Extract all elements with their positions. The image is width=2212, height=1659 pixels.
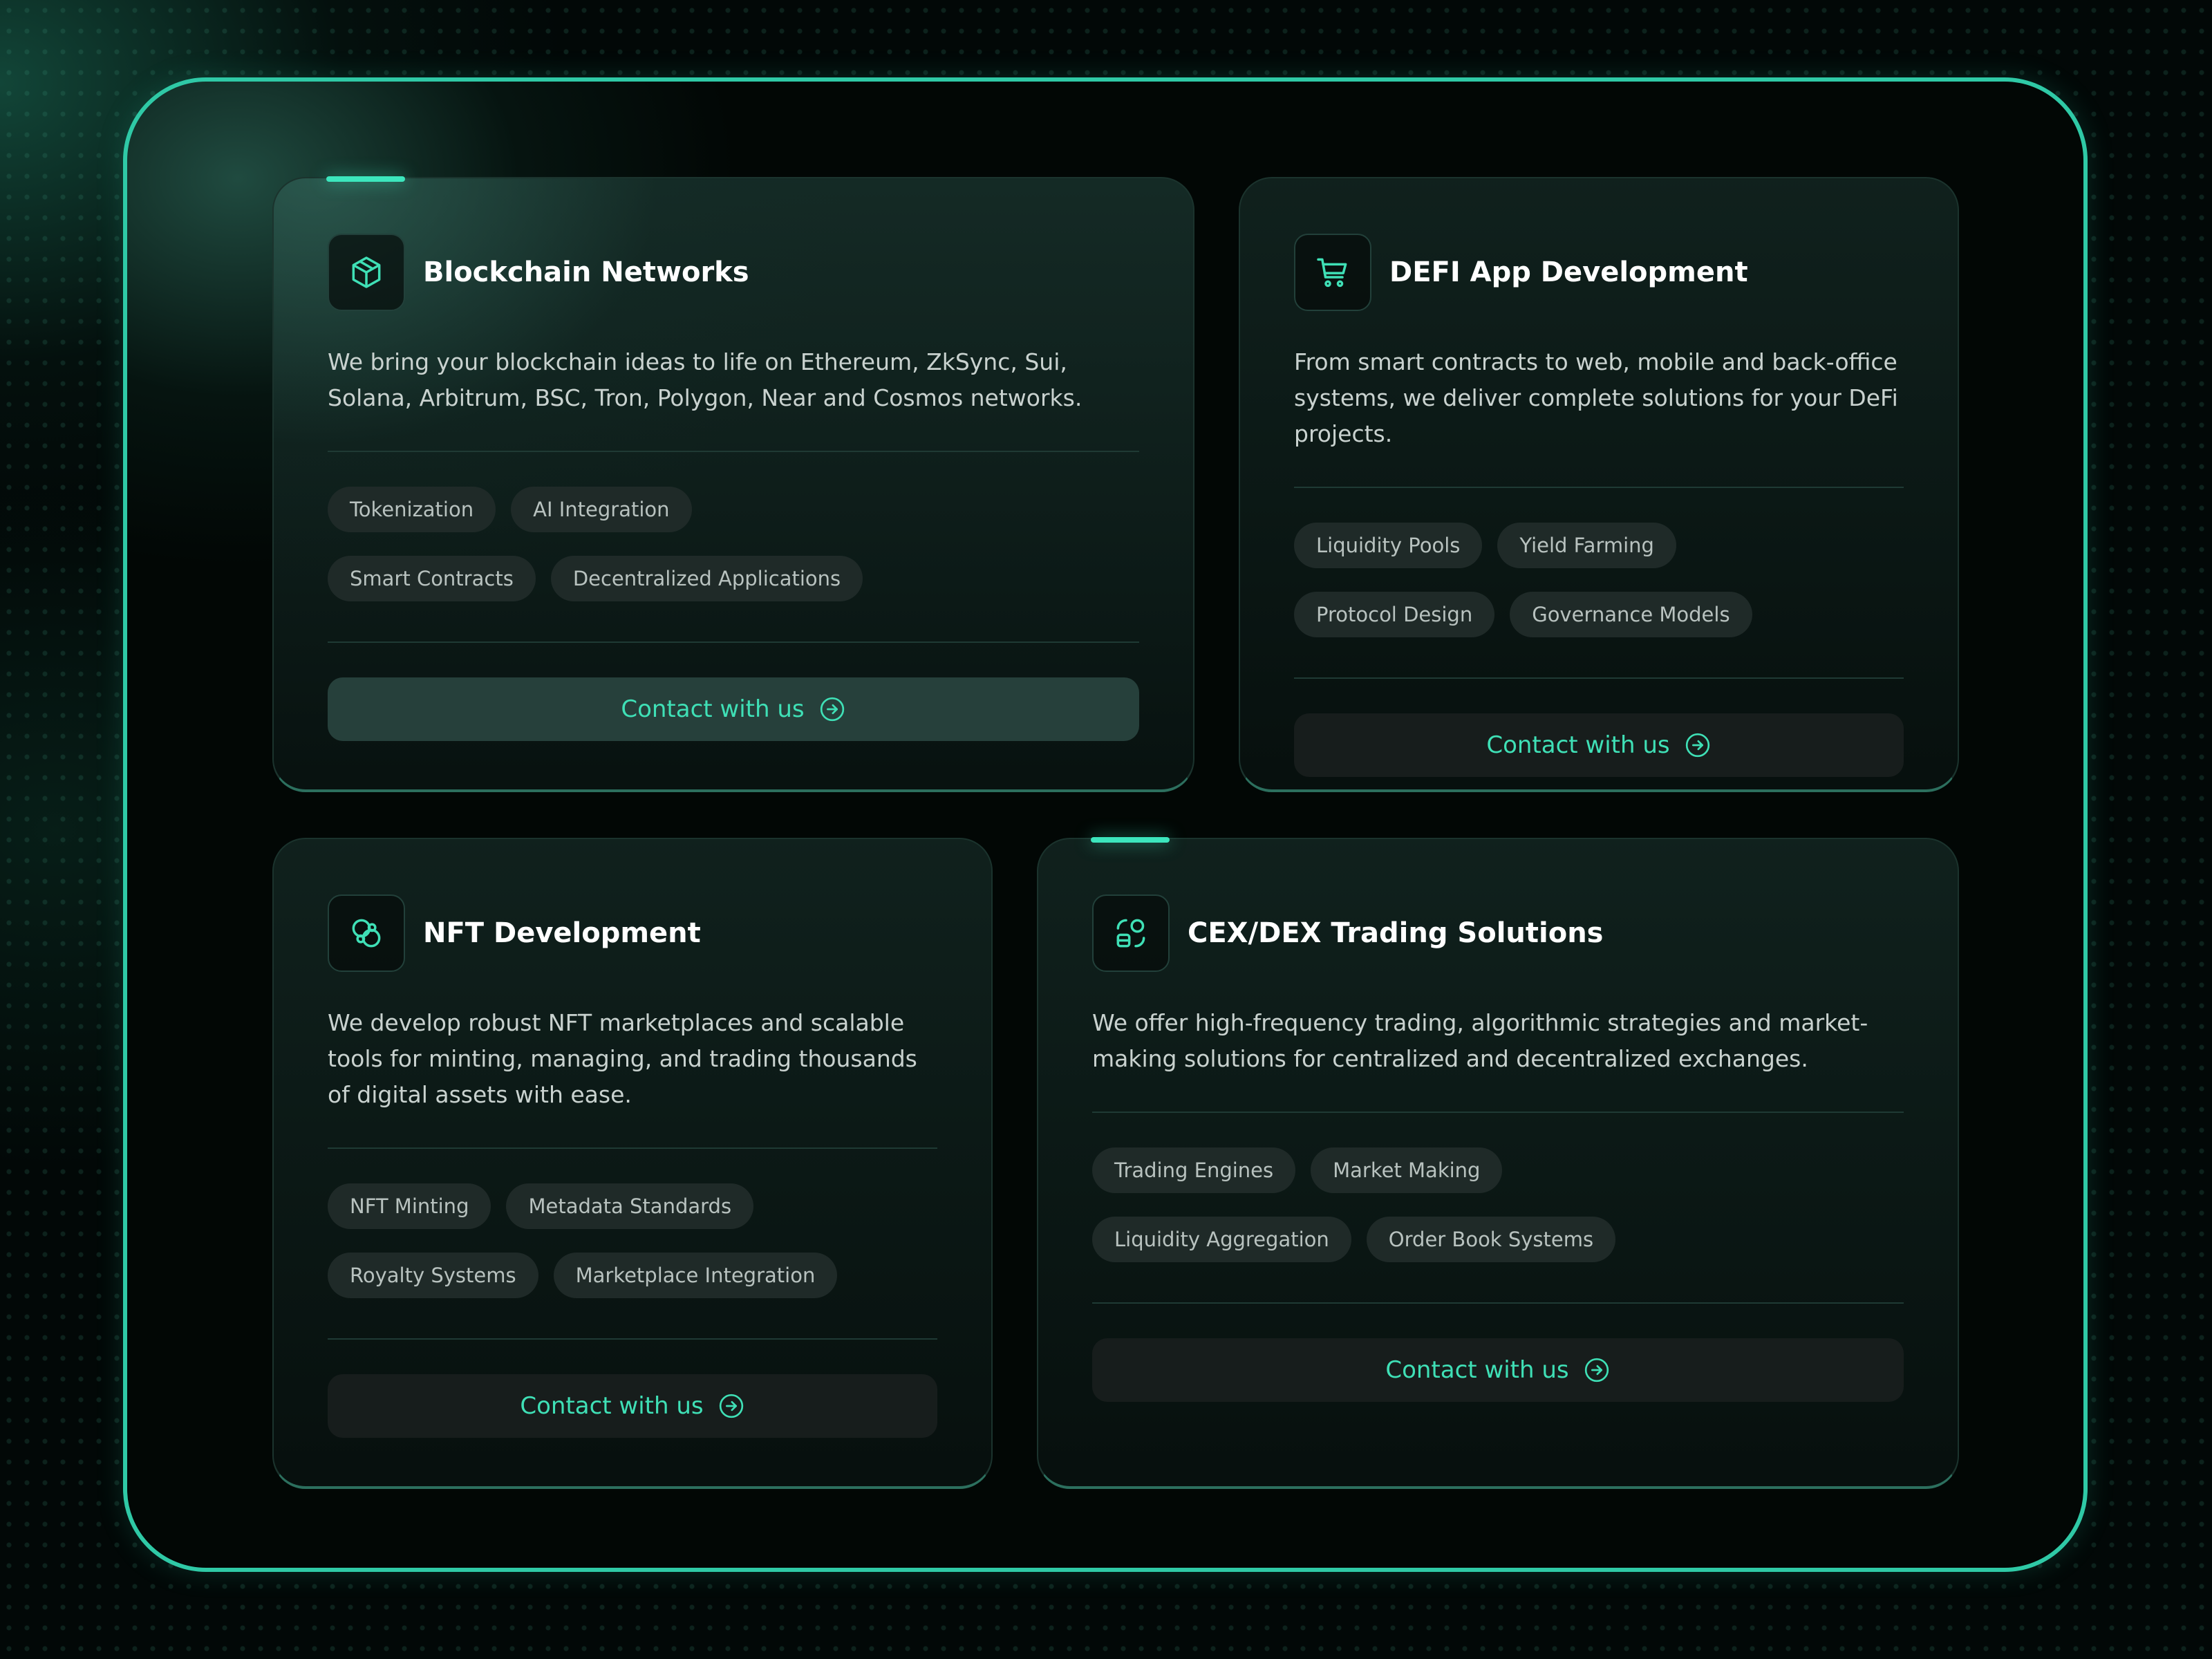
tag: Order Book Systems [1366,1217,1616,1262]
service-card-defi: DEFI App Development From smart contract… [1239,177,1959,792]
card-title: NFT Development [423,917,701,949]
contact-button[interactable]: Contact with us [328,1374,937,1438]
card-description: We bring your blockchain ideas to life o… [328,348,1082,411]
tag: Governance Models [1510,592,1752,637]
card-accent-bar [1091,837,1170,843]
tag: Trading Engines [1092,1147,1296,1193]
service-card-blockchain: Blockchain Networks We bring your blockc… [272,176,1194,792]
contact-button-label: Contact with us [520,1392,704,1420]
tag-list: Tokenization AI Integration Smart Contra… [328,452,1139,641]
card-accent-bar [326,176,405,182]
card-header: Blockchain Networks [328,232,1139,312]
tag: Marketplace Integration [553,1253,838,1298]
card-description: From smart contracts to web, mobile and … [1294,348,1898,447]
tag-list: Liquidity Pools Yield Farming Protocol D… [1294,488,1904,677]
contact-button[interactable]: Contact with us [1092,1338,1904,1402]
contact-button-label: Contact with us [621,695,805,723]
contact-button-label: Contact with us [1486,731,1670,759]
card-header: CEX/DEX Trading Solutions [1092,893,1904,973]
tag: Yield Farming [1497,523,1676,568]
card-title: DEFI App Development [1389,256,1748,288]
contact-button[interactable]: Contact with us [1294,713,1904,777]
divider [328,641,1139,643]
card-header: DEFI App Development [1294,232,1904,312]
overlapping-circles-icon [328,894,405,972]
card-title: Blockchain Networks [423,256,749,288]
tag: Protocol Design [1294,592,1495,637]
tag-list: NFT Minting Metadata Standards Royalty S… [328,1149,937,1338]
tag: Liquidity Aggregation [1092,1217,1351,1262]
service-card-trading: CEX/DEX Trading Solutions We offer high-… [1037,837,1959,1489]
tag: Liquidity Pools [1294,523,1483,568]
tag: Tokenization [328,487,496,532]
arrow-right-circle-icon [1583,1356,1611,1384]
tag-list: Trading Engines Market Making Liquidity … [1092,1113,1904,1302]
tag: AI Integration [511,487,692,532]
exchange-icon [1092,894,1170,972]
contact-button[interactable]: Contact with us [328,677,1139,741]
cart-icon [1294,234,1371,311]
divider [1092,1302,1904,1304]
tag: Smart Contracts [328,556,536,601]
tag: NFT Minting [328,1183,491,1229]
arrow-right-circle-icon [1684,731,1712,759]
contact-button-label: Contact with us [1385,1356,1569,1384]
arrow-right-circle-icon [718,1392,745,1420]
service-card-nft: NFT Development We develop robust NFT ma… [272,838,993,1489]
services-frame: Blockchain Networks We bring your blockc… [123,77,2088,1572]
arrow-right-circle-icon [818,695,846,723]
divider [328,1338,937,1340]
card-title: CEX/DEX Trading Solutions [1188,917,1604,949]
tag: Royalty Systems [328,1253,538,1298]
tag: Market Making [1311,1147,1503,1193]
cube-icon [328,234,405,311]
divider [1294,677,1904,679]
card-description: We offer high-frequency trading, algorit… [1092,1009,1868,1072]
card-header: NFT Development [328,893,937,973]
tag: Decentralized Applications [550,556,863,601]
card-description: We develop robust NFT marketplaces and s… [328,1009,917,1108]
tag: Metadata Standards [506,1183,754,1229]
